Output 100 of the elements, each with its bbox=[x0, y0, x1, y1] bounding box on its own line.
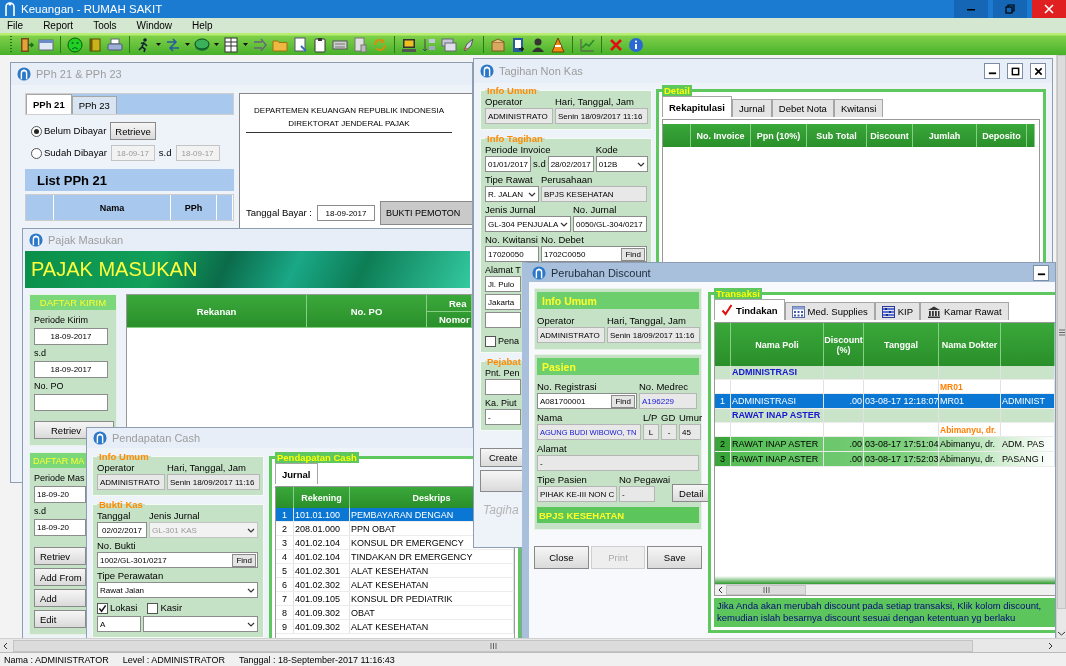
layers-icon[interactable] bbox=[441, 36, 457, 53]
menu-item[interactable]: Report bbox=[43, 20, 74, 31]
maximize-button[interactable] bbox=[1007, 63, 1023, 79]
vertical-scrollbar[interactable] bbox=[1056, 55, 1066, 638]
arrows-icon[interactable] bbox=[165, 36, 181, 53]
dropdown-field[interactable]: R. JALAN bbox=[485, 186, 539, 202]
caret-icon[interactable] bbox=[156, 43, 161, 46]
action-button[interactable]: Edit bbox=[34, 610, 86, 628]
text-field[interactable]: 0050/GL-304/0217 bbox=[573, 216, 647, 232]
text-field[interactable] bbox=[485, 379, 521, 395]
text-field[interactable]: - bbox=[619, 486, 655, 502]
find-button[interactable]: Find bbox=[611, 394, 635, 408]
minimize-button[interactable] bbox=[984, 63, 1000, 79]
dropdown-field[interactable] bbox=[143, 616, 258, 632]
minimize-button[interactable] bbox=[1033, 264, 1049, 281]
text-field[interactable]: PIHAK KE-III NON C bbox=[537, 486, 617, 502]
close-icon[interactable] bbox=[608, 36, 624, 53]
tab[interactable]: KIP bbox=[874, 302, 921, 320]
dropdown-field[interactable]: 012B bbox=[595, 156, 648, 172]
text-field[interactable]: - bbox=[537, 455, 699, 471]
dropdown-field[interactable]: Rawat Jalan bbox=[97, 582, 258, 598]
text-field[interactable]: - bbox=[661, 424, 677, 440]
menu-item[interactable]: Help bbox=[192, 20, 213, 31]
radio-button[interactable] bbox=[31, 148, 42, 159]
file-icon[interactable] bbox=[510, 36, 526, 53]
text-field[interactable]: - bbox=[485, 409, 521, 425]
door-icon[interactable] bbox=[18, 36, 34, 53]
text-field[interactable]: Jl. Pulo bbox=[485, 276, 521, 292]
find-button[interactable]: Find bbox=[621, 247, 645, 261]
menu-item[interactable]: File bbox=[7, 20, 24, 31]
checkbox[interactable] bbox=[147, 603, 159, 614]
tab[interactable]: Debet Nota bbox=[771, 99, 834, 117]
date-field[interactable]: 18-09-20 bbox=[34, 519, 86, 536]
person-icon[interactable] bbox=[530, 36, 546, 53]
text-field[interactable]: Senin 18/09/2017 11:16 bbox=[167, 474, 260, 490]
horizontal-scrollbar[interactable] bbox=[715, 584, 1055, 595]
tab[interactable]: PPh 23 bbox=[71, 96, 117, 114]
close-button[interactable]: Close bbox=[534, 546, 589, 569]
smiley-icon[interactable] bbox=[67, 36, 83, 53]
restore-button[interactable] bbox=[993, 0, 1027, 18]
save-button[interactable]: Save bbox=[647, 546, 702, 569]
tab[interactable]: Kwitansi bbox=[833, 99, 884, 117]
date-field[interactable]: 18-09-20 bbox=[34, 486, 86, 503]
tab[interactable]: Jurnal bbox=[731, 99, 772, 117]
text-field[interactable]: L bbox=[643, 424, 659, 440]
caret-icon[interactable] bbox=[214, 43, 219, 46]
text-field[interactable]: Jakarta bbox=[485, 294, 521, 310]
text-field[interactable]: A081700001 Find bbox=[537, 393, 637, 409]
checkbox[interactable] bbox=[97, 603, 108, 614]
date-field[interactable]: 01/01/2017 bbox=[485, 156, 531, 172]
action-button[interactable]: Add bbox=[34, 589, 86, 607]
info-icon[interactable] bbox=[628, 36, 644, 53]
tab[interactable]: Kamar Rawat bbox=[920, 302, 1009, 320]
radio-button[interactable] bbox=[31, 126, 42, 137]
create-button[interactable]: Create bbox=[480, 448, 524, 467]
tab[interactable]: PPh 21 bbox=[26, 94, 72, 114]
checkbox[interactable] bbox=[485, 336, 496, 347]
tab[interactable]: Med. Supplies bbox=[784, 302, 875, 320]
text-field[interactable]: Senin 18/09/2017 11:16 bbox=[607, 327, 700, 343]
date-field[interactable]: 18-09-2017 bbox=[34, 361, 108, 378]
horizontal-scrollbar[interactable] bbox=[0, 638, 1066, 652]
empty-button[interactable] bbox=[480, 470, 524, 492]
date-field[interactable]: 18-09-2017 bbox=[317, 205, 375, 221]
date-field[interactable]: 18-09-2017 bbox=[34, 328, 108, 345]
table-icon[interactable] bbox=[223, 36, 239, 53]
text-field[interactable]: Senin 18/09/2017 11:16 bbox=[555, 108, 648, 124]
text-field[interactable]: BPJS KESEHATAN bbox=[541, 186, 647, 202]
tab[interactable]: Jurnal bbox=[275, 463, 318, 484]
find-button[interactable]: Find bbox=[232, 553, 256, 567]
text-field[interactable] bbox=[34, 394, 108, 411]
tab[interactable]: Tindakan bbox=[714, 299, 785, 320]
proof-button[interactable]: BUKTI PEMOTON bbox=[380, 201, 472, 225]
text-field[interactable]: 45 bbox=[679, 424, 701, 440]
printer-icon[interactable] bbox=[107, 36, 123, 53]
clipboard-icon[interactable] bbox=[312, 36, 328, 53]
dropdown-field[interactable]: GL-304 PENJUALA bbox=[485, 216, 571, 232]
text-field[interactable]: 1002/GL-301/0217 Find bbox=[97, 552, 258, 568]
computer-icon[interactable] bbox=[401, 36, 417, 53]
text-field[interactable]: ADMINISTRATO bbox=[97, 474, 165, 490]
caret-icon[interactable] bbox=[185, 43, 190, 46]
tab[interactable]: Rekapitulasi bbox=[662, 96, 732, 117]
text-field[interactable] bbox=[485, 312, 521, 328]
close-button[interactable] bbox=[1030, 63, 1046, 79]
retrieve-button[interactable]: Retrieve bbox=[110, 122, 156, 140]
date-field[interactable]: 28/02/2017 bbox=[547, 156, 594, 172]
caret-icon[interactable] bbox=[243, 43, 248, 46]
menu-item[interactable]: Tools bbox=[93, 20, 117, 31]
text-field[interactable]: A bbox=[97, 616, 141, 632]
text-field[interactable]: ADMINISTRATO bbox=[485, 108, 553, 124]
document-icon[interactable] bbox=[352, 36, 368, 53]
book-icon[interactable] bbox=[87, 36, 103, 53]
detail-button[interactable]: Detail bbox=[672, 484, 711, 502]
date-field[interactable]: 02/02/2017 bbox=[97, 522, 147, 538]
text-field[interactable]: 1702C0050 Find bbox=[541, 246, 647, 262]
cone-icon[interactable] bbox=[550, 36, 566, 53]
window-icon[interactable] bbox=[38, 36, 54, 53]
action-button[interactable]: Retriev bbox=[34, 547, 86, 565]
text-field[interactable]: A196229 bbox=[639, 393, 697, 409]
chart-icon[interactable] bbox=[579, 36, 595, 53]
page-icon[interactable] bbox=[292, 36, 308, 53]
